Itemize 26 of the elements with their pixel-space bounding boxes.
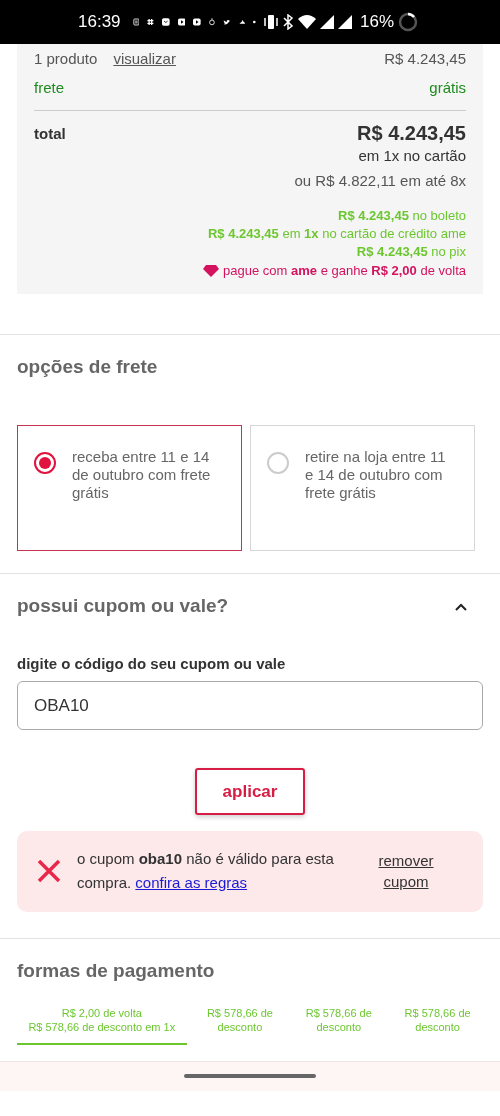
payment-offer: R$ 4.243,45 em 1x no cartão de crédito ame: [207, 225, 466, 244]
error-message: o cupom oba10 não é válido para esta compra. confira as regras: [77, 849, 335, 893]
coupon-field[interactable]: OBA10: [17, 681, 483, 731]
section-title: possui cupom ou vale?: [17, 594, 229, 619]
apply-button[interactable]: aplicar: [195, 768, 305, 816]
status-time: 16:39: [78, 11, 121, 34]
shipping-value: grátis: [429, 78, 466, 98]
shipping-option[interactable]: retire na loja entre 11 e 14 de outubro com frete grátis: [250, 425, 475, 552]
remove-coupon-link[interactable]: remover cupom: [371, 849, 441, 892]
shipping-option[interactable]: receba entre 11 e 14 de outubro com frete grátis: [17, 425, 242, 552]
payment-offer: R$ 4.243,45 no boleto: [338, 207, 466, 225]
total-label: total: [34, 124, 66, 144]
cashback-offer: pague com ame e ganhe R$ 2,00 de volta: [223, 261, 466, 280]
product-count: 1 produto: [34, 49, 98, 69]
battery-level: 16%: [360, 11, 394, 34]
shipping-label: frete: [34, 78, 64, 98]
installment-text: em 1x no cartão: [358, 146, 466, 166]
view-link[interactable]: visualizar: [113, 48, 176, 69]
total-price: R$ 4.243,45: [357, 121, 466, 145]
field-label: digite o código do seu cupom ou vale: [17, 653, 287, 674]
rules-link[interactable]: confira as regras: [135, 873, 248, 891]
payment-offer: R$ 4.243,45 no pix: [356, 243, 466, 262]
section-title: formas de pagamento: [17, 958, 216, 983]
installment-alt-text: ou R$ 4.822,11 em até 8x: [294, 171, 466, 191]
products-price: R$ 4.243,45: [384, 49, 466, 69]
section-title: opções de frete: [17, 354, 159, 379]
